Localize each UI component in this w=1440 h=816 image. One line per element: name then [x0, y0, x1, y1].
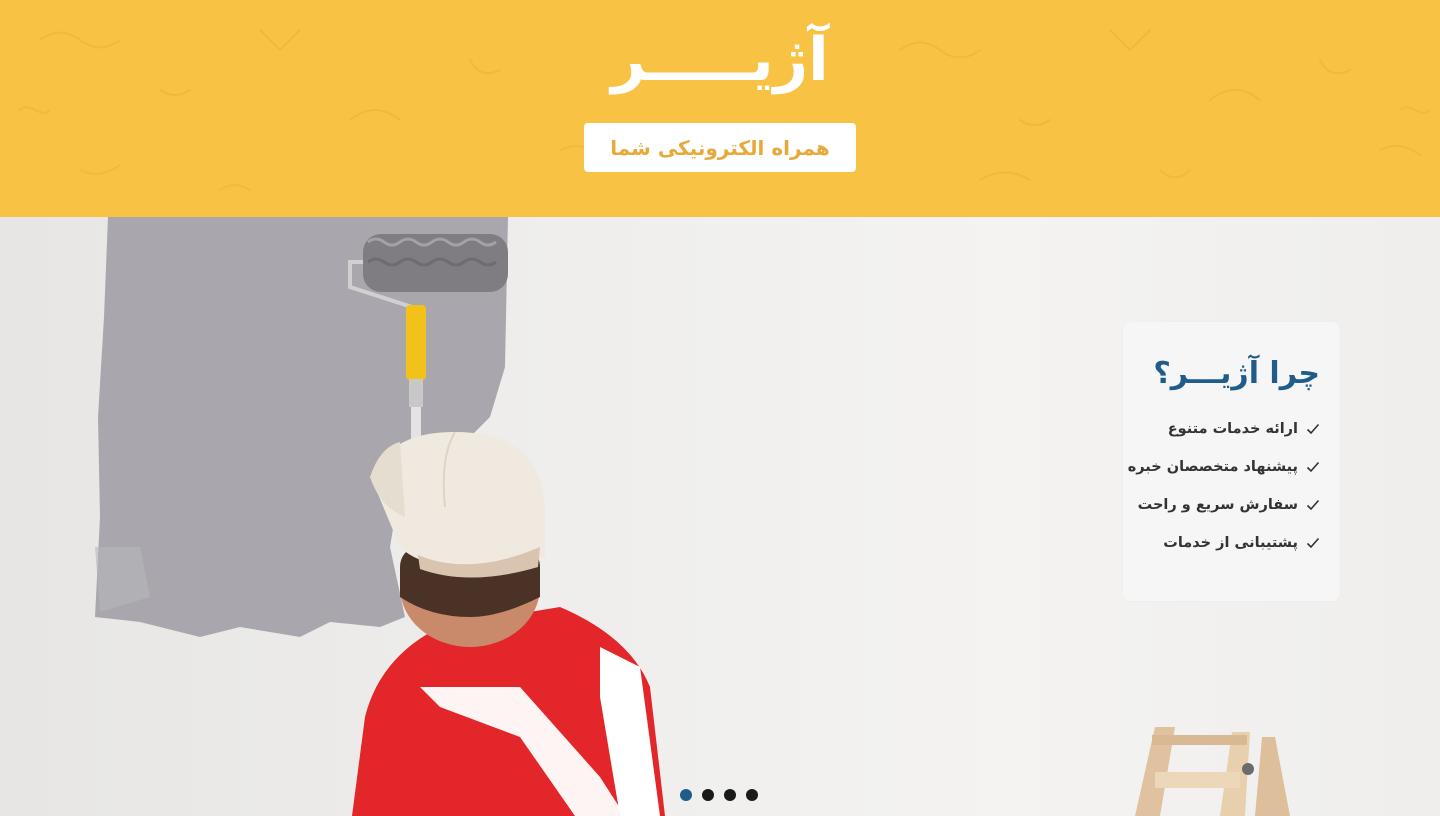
check-icon — [1306, 537, 1320, 549]
why-card: چرا آژیـــر؟ ارائه خدمات متنوع پیشنهاد م… — [1123, 322, 1340, 601]
why-title: چرا آژیـــر؟ — [1153, 356, 1320, 391]
why-item: پیشنهاد متخصصان خبره — [1128, 448, 1320, 486]
check-icon — [1306, 461, 1320, 473]
why-list: ارائه خدمات متنوع پیشنهاد متخصصان خبره س… — [1128, 410, 1320, 562]
why-item: ارائه خدمات متنوع — [1133, 410, 1320, 448]
slider-dot-2[interactable] — [702, 789, 714, 801]
why-item-label: ارائه خدمات متنوع — [1167, 421, 1298, 437]
ladder-icon — [1135, 727, 1290, 816]
why-item-label: سفارش سریع و راحت — [1137, 497, 1298, 513]
why-item-label: پشتیبانی از خدمات — [1163, 535, 1298, 551]
slider-dot-3[interactable] — [724, 789, 736, 801]
why-item: سفارش سریع و راحت — [1133, 486, 1320, 524]
slider-pagination — [680, 789, 758, 801]
why-item: پشتیبانی از خدمات — [1133, 524, 1320, 562]
painter-person-icon — [352, 431, 665, 816]
why-item-label: پیشنهاد متخصصان خبره — [1127, 459, 1298, 475]
site-logo[interactable]: آژیـــــر — [0, 20, 1440, 100]
check-icon — [1306, 423, 1320, 435]
check-icon — [1306, 499, 1320, 511]
site-header: آژیـــــر همراه الکترونیکی شما — [0, 0, 1440, 217]
slider-dot-1[interactable] — [680, 789, 692, 801]
slider-dot-4[interactable] — [746, 789, 758, 801]
tagline-badge: همراه الکترونیکی شما — [584, 123, 856, 172]
